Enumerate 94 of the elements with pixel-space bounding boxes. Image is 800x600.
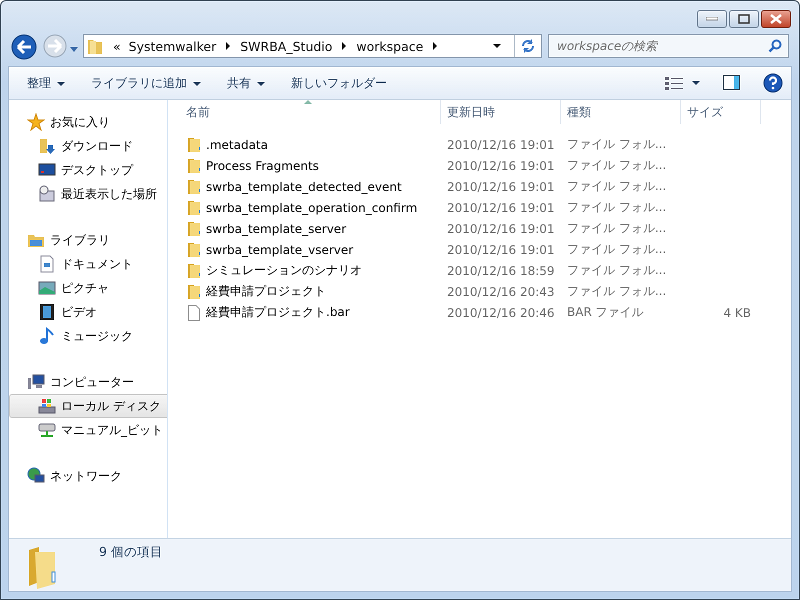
file-name[interactable]: .metadata [206, 138, 268, 152]
column-header[interactable]: 名前 [168, 100, 441, 124]
star-icon [27, 113, 45, 131]
nav-item[interactable]: デスクトップ [9, 158, 167, 182]
column-header[interactable]: サイズ [681, 100, 761, 124]
minimize-icon [706, 17, 718, 21]
file-name[interactable]: Process Fragments [206, 158, 319, 172]
table-cell-text: ファイル フォル... [566, 199, 668, 216]
table-cell-text: ファイル フォル... [566, 220, 668, 237]
folder-icon [186, 220, 202, 236]
table-cell-text: 2010/12/16 19:01 [446, 138, 556, 152]
nav-item[interactable]: マニュアル_ビット [9, 418, 167, 442]
recent-places-icon [38, 185, 56, 203]
folder-icon [186, 262, 202, 278]
close-icon [769, 14, 783, 24]
maximize-icon [738, 14, 750, 24]
table-cell-text: 2010/12/16 18:59 [446, 264, 556, 278]
file-name[interactable]: シミュレーションのシナリオ [206, 262, 362, 279]
overflow-chevron[interactable]: « [113, 38, 121, 54]
breadcrumb[interactable]: SWRBA_Studio [240, 38, 332, 54]
disk-drive-icon [38, 397, 56, 415]
table-cell-text: 2010/12/16 20:46 [446, 306, 556, 320]
file-name[interactable]: 経費申請プロジェクト.bar [206, 304, 350, 321]
minimize-button[interactable] [697, 10, 727, 28]
file-name[interactable]: swrba_template_operation_confirm [206, 200, 418, 214]
toolbar-button[interactable]: 整理 [19, 72, 73, 94]
preview-pane-icon[interactable] [723, 75, 741, 91]
folder-icon [87, 37, 103, 55]
folder-icon [186, 242, 202, 258]
table-cell-text: 2010/12/16 20:43 [446, 284, 556, 298]
table-cell-text: 2010/12/16 19:01 [446, 200, 556, 214]
nav-item[interactable]: ドキュメント [9, 252, 167, 276]
chevron-icon[interactable] [225, 42, 232, 50]
nav-item[interactable]: ビデオ [9, 300, 167, 324]
nav-item[interactable]: 最近表示した場所 [9, 182, 167, 206]
address-bar[interactable]: « Systemwalker SWRBA_Studio workspace [83, 34, 542, 58]
download-folder-icon [38, 137, 56, 155]
breadcrumb[interactable]: Systemwalker [128, 38, 216, 54]
folder-icon [186, 178, 202, 194]
table-cell-text: ファイル フォル... [566, 178, 668, 195]
table-cell-text: 2010/12/16 19:01 [446, 180, 556, 194]
folder-icon [186, 284, 202, 300]
film-icon [38, 303, 56, 321]
sort-arrow-icon [304, 100, 312, 104]
folder-icon [186, 200, 202, 216]
item-count: 9 個の項目 [99, 544, 163, 561]
picture-icon [38, 279, 56, 297]
view-icon[interactable] [665, 76, 683, 90]
nav-item[interactable]: ネットワーク [9, 464, 167, 488]
file-name[interactable]: swrba_template_vserver [206, 242, 354, 256]
table-cell-text: 2010/12/16 19:01 [446, 222, 556, 236]
search-field[interactable]: workspaceの検索 [548, 34, 789, 58]
document-icon [38, 255, 56, 273]
maximize-button[interactable] [729, 10, 759, 28]
file-name[interactable]: swrba_template_server [206, 222, 346, 236]
close-button[interactable] [761, 10, 791, 28]
network-icon [27, 467, 45, 485]
table-cell-text: ファイル フォル... [566, 241, 668, 258]
nav-item[interactable]: ダウンロード [9, 134, 167, 158]
nav-item[interactable]: ライブラリ [9, 228, 167, 252]
help-icon[interactable] [763, 73, 783, 93]
caret-icon[interactable] [691, 80, 701, 86]
table-cell-text: ファイル フォル... [566, 157, 668, 174]
network-drive-icon [38, 421, 56, 439]
table-cell: 4 KB [723, 306, 751, 320]
column-header[interactable]: 更新日時 [441, 100, 561, 124]
music-note-icon [38, 327, 56, 345]
chevron-icon[interactable] [341, 42, 348, 50]
table-cell-text: BAR ファイル [566, 304, 645, 321]
toolbar-button[interactable]: 新しいフォルダー [283, 72, 395, 94]
table-cell-text: ファイル フォル... [566, 136, 668, 153]
table-cell-text: 2010/12/16 19:01 [446, 242, 556, 256]
file-icon [186, 304, 202, 320]
nav-item[interactable]: コンピューター [9, 370, 167, 394]
toolbar-button[interactable]: 共有 [219, 72, 273, 94]
nav-item[interactable]: お気に入り [9, 110, 167, 134]
computer-icon [27, 373, 45, 391]
nav-item[interactable]: ローカル ディスク [9, 394, 167, 418]
nav-item[interactable]: ピクチャ [9, 276, 167, 300]
toolbar-button[interactable]: ライブラリに追加 [83, 72, 209, 94]
nav-item[interactable]: ミュージック [9, 324, 167, 348]
table-cell-text: ファイル フォル... [566, 283, 668, 300]
chevron-icon[interactable] [432, 42, 438, 50]
column-header[interactable]: 種類 [561, 100, 681, 124]
breadcrumb[interactable]: workspace [356, 38, 424, 54]
caret-icon[interactable] [492, 43, 502, 49]
file-name[interactable]: 経費申請プロジェクト [206, 283, 326, 300]
folder-icon [186, 136, 202, 152]
folder-icon [186, 158, 202, 174]
search-icon[interactable] [768, 39, 782, 53]
table-cell-text: ファイル フォル... [566, 262, 668, 279]
file-name[interactable]: swrba_template_detected_event [206, 180, 402, 194]
refresh-icon [520, 38, 536, 54]
table-cell-text: 2010/12/16 19:01 [446, 158, 556, 172]
